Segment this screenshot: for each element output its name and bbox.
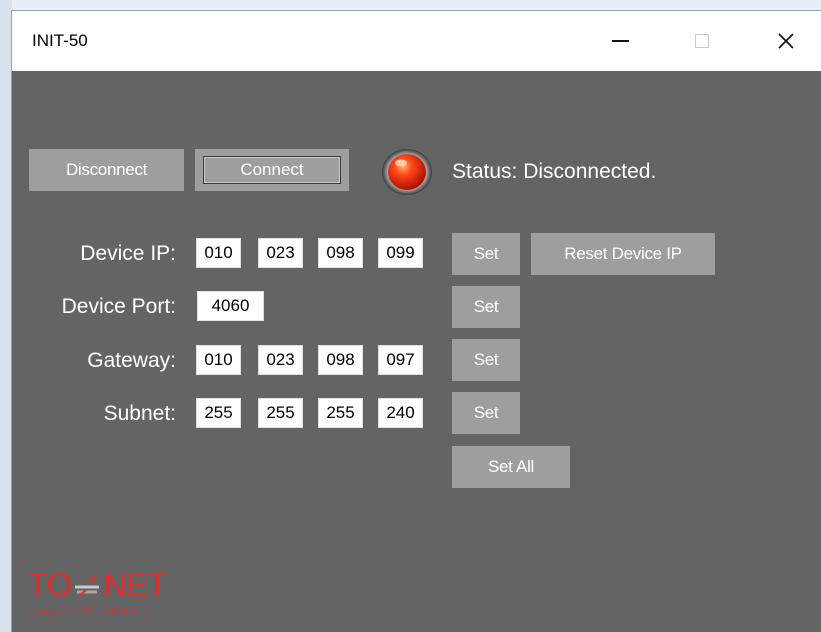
- desktop-background: [0, 0, 821, 10]
- device-ip-octet-2[interactable]: 023: [258, 238, 303, 268]
- device-ip-octet-3[interactable]: 098: [318, 238, 363, 268]
- close-button[interactable]: [763, 19, 809, 63]
- gateway-octet-2[interactable]: 023: [258, 345, 303, 375]
- set-device-port-button[interactable]: Set: [452, 286, 520, 328]
- minimize-icon: [611, 40, 629, 42]
- logo-mark-icon: [75, 575, 100, 596]
- disconnect-button[interactable]: Disconnect: [29, 149, 184, 191]
- gateway-octet-3[interactable]: 098: [318, 345, 363, 375]
- subnet-octet-2[interactable]: 255: [258, 398, 303, 428]
- set-all-button[interactable]: Set All: [452, 446, 570, 488]
- logo-wordmark: TO NET: [28, 566, 167, 603]
- device-ip-octet-4[interactable]: 099: [378, 238, 423, 268]
- device-port-field[interactable]: 4060: [197, 291, 264, 321]
- reset-device-ip-button[interactable]: Reset Device IP: [531, 233, 715, 275]
- close-icon: [778, 33, 794, 49]
- subnet-octet-4[interactable]: 240: [378, 398, 423, 428]
- subnet-label: Subnet:: [103, 402, 176, 425]
- subnet-octet-1[interactable]: 255: [196, 398, 241, 428]
- set-device-ip-button[interactable]: Set: [452, 233, 520, 275]
- company-logo: TO NET complete IT solutions: [28, 566, 208, 626]
- logo-tagline: complete IT solutions: [30, 606, 149, 616]
- maximize-icon: [695, 34, 709, 48]
- gateway-label: Gateway:: [87, 349, 176, 372]
- device-port-label: Device Port:: [61, 295, 176, 318]
- device-ip-octet-1[interactable]: 010: [196, 238, 241, 268]
- minimize-button[interactable]: [597, 19, 643, 63]
- gateway-octet-1[interactable]: 010: [196, 345, 241, 375]
- connect-button-label: Connect: [203, 156, 341, 184]
- set-gateway-button[interactable]: Set: [452, 339, 520, 381]
- gateway-octet-4[interactable]: 097: [378, 345, 423, 375]
- set-subnet-button[interactable]: Set: [452, 392, 520, 434]
- connection-status-text: Status: Disconnected.: [452, 160, 657, 183]
- connect-button[interactable]: Connect: [195, 149, 349, 191]
- title-bar[interactable]: INIT-50: [12, 11, 821, 71]
- device-ip-label: Device IP:: [80, 242, 176, 265]
- subnet-octet-3[interactable]: 255: [318, 398, 363, 428]
- app-window: INIT-50 Disconnect Connect Status: Disco…: [11, 10, 821, 632]
- maximize-button[interactable]: [679, 19, 725, 63]
- status-led-icon: [382, 149, 432, 195]
- window-title: INIT-50: [32, 31, 88, 50]
